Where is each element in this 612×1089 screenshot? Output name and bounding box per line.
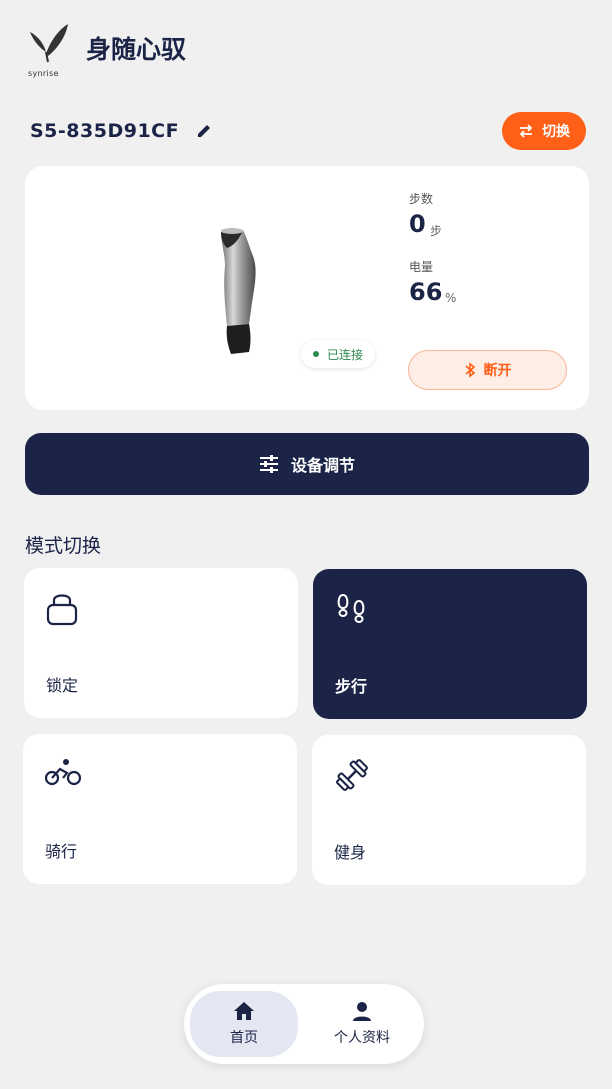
mode-label-fitness: 健身 [334, 843, 367, 862]
nav-home-label: 首页 [230, 1030, 258, 1046]
pencil-edit-icon[interactable] [195, 122, 213, 140]
footprints-icon [335, 591, 371, 631]
connection-status-text: 已连接 [327, 347, 364, 362]
mode-label-lock: 锁定 [46, 676, 79, 695]
feather-logo-icon: synrise [24, 22, 72, 78]
disconnect-button[interactable]: 断开 [408, 350, 567, 390]
mode-label-cycling: 骑行 [45, 842, 78, 861]
device-row: S5-835D91CF 切换 [30, 112, 586, 150]
steps-unit: 步 [430, 224, 443, 238]
bicycle-icon [44, 756, 82, 792]
nav-home-tab[interactable]: 首页 [190, 991, 298, 1057]
logo-text: synrise [28, 69, 59, 78]
sliders-icon [259, 455, 278, 473]
battery-value: 66 [409, 278, 443, 306]
mode-card-walk[interactable]: 步行 [313, 569, 587, 719]
battery-unit: % [445, 291, 457, 305]
nav-profile-label: 个人资料 [334, 1030, 390, 1046]
mode-card-cycling[interactable]: 骑行 [23, 734, 297, 884]
status-dot-icon [313, 351, 319, 357]
mode-label-walk: 步行 [335, 677, 368, 696]
disconnect-label: 断开 [483, 363, 512, 379]
lock-icon [46, 590, 80, 630]
device-name: S5-835D91CF [30, 120, 180, 142]
bluetooth-off-icon [464, 362, 475, 378]
home-icon [234, 1002, 254, 1020]
mode-section-title: 模式切换 [25, 535, 102, 557]
steps-value: 0 [409, 210, 426, 238]
bottom-navigation: 首页 个人资料 [184, 984, 424, 1064]
swap-arrows-icon [519, 124, 533, 138]
device-adjust-label: 设备调节 [290, 456, 355, 475]
device-name-group: S5-835D91CF [30, 120, 213, 142]
mode-card-fitness[interactable]: 健身 [312, 735, 586, 885]
connection-status-badge: 已连接 [301, 340, 376, 368]
mode-card-lock[interactable]: 锁定 [24, 568, 298, 718]
app-header: synrise 身随心驭 [24, 22, 186, 78]
dumbbell-icon [334, 757, 370, 797]
app-title: 身随心驭 [86, 35, 187, 64]
switch-device-label: 切换 [542, 124, 570, 140]
device-adjust-button[interactable]: 设备调节 [25, 433, 589, 495]
prosthesis-image [213, 226, 269, 356]
nav-profile-tab[interactable]: 个人资料 [308, 991, 416, 1057]
battery-label: 电量 [409, 260, 434, 274]
device-status-card: 已连接 步数 0 步 电量 66 % 断开 [25, 166, 589, 410]
person-icon [353, 1002, 371, 1021]
switch-device-button[interactable]: 切换 [502, 112, 586, 150]
steps-label: 步数 [409, 192, 434, 206]
